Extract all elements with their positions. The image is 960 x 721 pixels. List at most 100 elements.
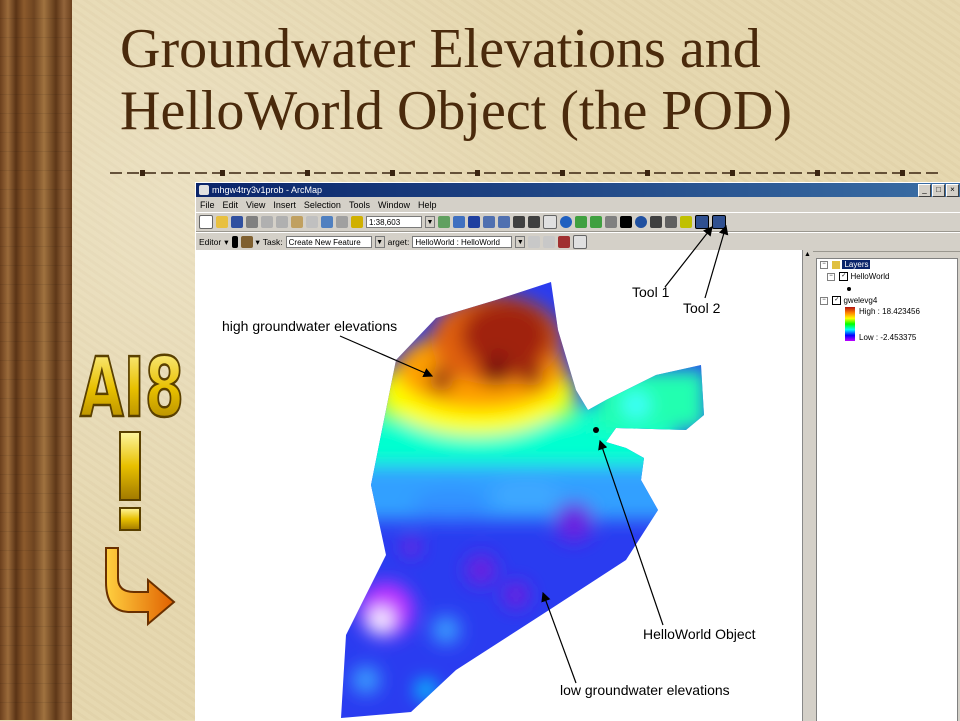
target-dropdown-arrow[interactable]: ▼ (515, 236, 526, 248)
back-extent-icon[interactable] (575, 216, 587, 228)
helloworld-point[interactable] (593, 427, 599, 433)
menu-view[interactable]: View (246, 200, 265, 210)
fixed-zoom-out-icon[interactable] (528, 216, 540, 228)
minimize-button[interactable]: _ (918, 184, 931, 197)
redo-icon[interactable] (336, 216, 348, 228)
sketch-tool-icon[interactable] (240, 236, 253, 248)
layer-checkbox[interactable]: ✓ (839, 272, 849, 282)
maximize-button[interactable]: □ (932, 184, 945, 197)
menu-selection[interactable]: Selection (304, 200, 341, 210)
toc-layer-gwelevg4[interactable]: − ✓ gwelevg4 (817, 295, 957, 307)
title-line-2: HelloWorld Object (the POD) (120, 80, 792, 142)
legend-color-ramp (845, 307, 855, 341)
full-extent-icon[interactable] (560, 216, 572, 228)
target-select[interactable]: HelloWorld : HelloWorld (412, 236, 513, 248)
select-elements-icon[interactable] (620, 216, 632, 228)
identify-icon[interactable] (635, 216, 647, 228)
copy-icon[interactable] (276, 216, 288, 228)
task-dropdown-arrow[interactable]: ▼ (374, 236, 385, 248)
annotation-tool-1: Tool 1 (632, 284, 670, 300)
hyperlink-icon[interactable] (680, 216, 692, 228)
add-data-icon[interactable] (351, 216, 363, 228)
edit-tool-icon[interactable] (231, 236, 238, 248)
menu-help[interactable]: Help (418, 200, 437, 210)
layer-name: HelloWorld (850, 272, 890, 281)
arcmap-window: mhgw4try3v1prob - ArcMap _ □ × File Edit… (195, 182, 960, 721)
undo-icon[interactable] (321, 216, 333, 228)
zoom-out-icon[interactable] (498, 216, 510, 228)
menu-window[interactable]: Window (378, 200, 410, 210)
editor-dropdown-arrow[interactable]: ▾ (224, 237, 228, 248)
map-vertical-scrollbar[interactable]: ▲ (802, 250, 813, 721)
arcmap-app-icon (199, 185, 209, 195)
delete-icon[interactable] (306, 216, 318, 228)
toc-root-label[interactable]: Layers (842, 260, 871, 269)
target-label: arget: (387, 237, 410, 247)
find-icon[interactable] (650, 216, 662, 228)
select-features-icon[interactable] (605, 216, 617, 228)
window-title: mhgw4try3v1prob - ArcMap (212, 185, 323, 195)
window-controls: _ □ × (918, 184, 959, 197)
rotate-tool-icon[interactable] (543, 236, 556, 248)
tool-2-icon[interactable] (712, 215, 726, 229)
print-icon[interactable] (246, 216, 258, 228)
sketch-properties-icon[interactable] (573, 235, 588, 249)
tool-1-icon[interactable] (695, 215, 709, 229)
annotation-low-elevations: low groundwater elevations (560, 682, 730, 698)
toc-root[interactable]: − Layers (817, 259, 957, 271)
scroll-up-arrow[interactable]: ▲ (803, 250, 812, 260)
measure-icon[interactable] (665, 216, 677, 228)
layer-checkbox[interactable]: ✓ (832, 296, 842, 306)
new-icon[interactable] (199, 215, 213, 229)
toc-layer-helloworld[interactable]: − ✓ HelloWorld (817, 271, 957, 283)
slide-title: Groundwater Elevations and HelloWorld Ob… (120, 18, 940, 142)
annotation-high-elevations: high groundwater elevations (222, 318, 398, 334)
standard-toolbar: 1:38,603 ▼ (196, 212, 960, 232)
save-icon[interactable] (231, 216, 243, 228)
menu-bar: File Edit View Insert Selection Tools Wi… (196, 197, 960, 212)
scale-dropdown-arrow[interactable]: ▼ (425, 216, 435, 228)
open-icon[interactable] (216, 216, 228, 228)
title-divider (110, 170, 940, 176)
menu-insert[interactable]: Insert (273, 200, 296, 210)
attributes-icon[interactable] (558, 236, 571, 248)
wood-border (0, 0, 72, 720)
legend-low: Low : -2.453375 (859, 333, 917, 342)
cut-icon[interactable] (261, 216, 273, 228)
collapse-icon[interactable]: − (820, 296, 828, 305)
menu-edit[interactable]: Edit (223, 200, 239, 210)
forward-extent-icon[interactable] (590, 216, 602, 228)
paste-icon[interactable] (291, 216, 303, 228)
map-scale-input[interactable]: 1:38,603 (366, 216, 422, 228)
legend-high: High : 18.423456 (859, 307, 920, 316)
annotation-helloworld-object: HelloWorld Object (643, 626, 756, 642)
close-button[interactable]: × (946, 184, 959, 197)
table-of-contents: − Layers − ✓ HelloWorld − ✓ gwelevg4 Hig… (816, 258, 958, 721)
annotation-tool-2: Tool 2 (683, 300, 721, 316)
pan-icon[interactable] (543, 215, 557, 229)
menu-file[interactable]: File (200, 200, 215, 210)
ai8-logo: AI8 (79, 340, 185, 627)
toc-symbol-point (817, 283, 957, 295)
title-line-1: Groundwater Elevations and (120, 18, 761, 80)
arctoolbox-icon[interactable] (453, 216, 465, 228)
legend-block: High : 18.423456 Low : -2.453375 (817, 307, 957, 347)
editor-toolbar: Editor ▾ ▾ Task: Create New Feature ▼ ar… (196, 232, 960, 252)
task-label: Task: (262, 237, 283, 247)
collapse-icon[interactable]: − (820, 260, 828, 269)
split-tool-icon[interactable] (528, 236, 541, 248)
zoom-in-icon[interactable] (483, 216, 495, 228)
svg-text:AI8: AI8 (80, 341, 184, 436)
collapse-icon[interactable]: − (827, 272, 835, 281)
point-symbol-icon (847, 287, 851, 291)
menu-tools[interactable]: Tools (349, 200, 370, 210)
fixed-zoom-in-icon[interactable] (513, 216, 525, 228)
layers-icon (832, 260, 841, 269)
layer-name: gwelevg4 (843, 296, 878, 305)
sketch-dropdown-arrow[interactable]: ▾ (256, 237, 260, 248)
task-select[interactable]: Create New Feature (285, 236, 372, 248)
editor-menu[interactable]: Editor (199, 237, 221, 247)
whats-this-icon[interactable] (468, 216, 480, 228)
editor-toolbar-icon[interactable] (438, 216, 450, 228)
window-titlebar: mhgw4try3v1prob - ArcMap _ □ × (196, 183, 960, 197)
